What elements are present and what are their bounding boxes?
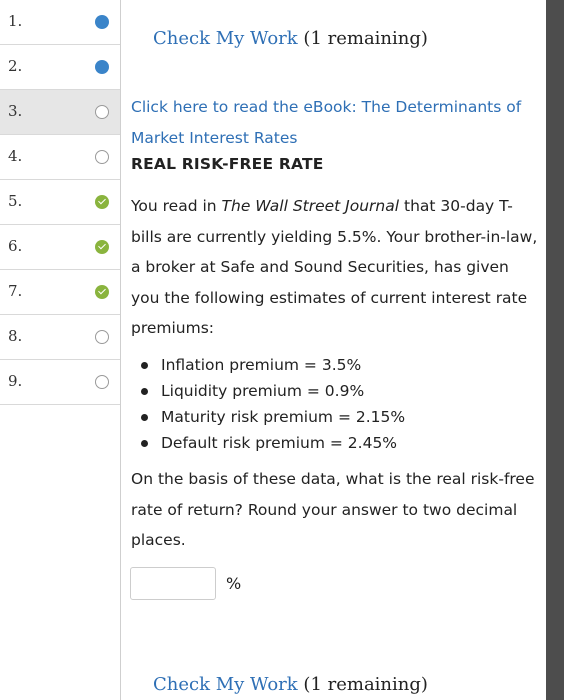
check-my-work-bottom: Check My Work (1 remaining) [153, 674, 428, 695]
journal-title: The Wall Street Journal [221, 197, 400, 215]
question-number: 7. [8, 282, 23, 300]
question-item-1[interactable]: 1. [0, 0, 120, 45]
question-intro: You read in The Wall Street Journal that… [131, 191, 541, 344]
checkmark-status-icon [95, 195, 109, 209]
question-number: 6. [8, 237, 23, 255]
answer-input[interactable] [130, 567, 216, 600]
answered-status-icon [95, 15, 109, 29]
ebook-link[interactable]: Click here to read the eBook: The Determ… [131, 92, 531, 154]
unanswered-status-icon [95, 330, 109, 344]
scrollbar[interactable] [546, 0, 564, 700]
question-number: 8. [8, 327, 23, 345]
premium-item: Liquidity premium = 0.9% [131, 378, 405, 404]
question-item-3[interactable]: 3. [0, 90, 120, 135]
question-number: 4. [8, 147, 23, 165]
question-item-2[interactable]: 2. [0, 45, 120, 90]
question-heading: REAL RISK-FREE RATE [131, 155, 324, 173]
question-sidebar: 1. 2. 3. 4. 5. 6. 7. 8. 9. [0, 0, 121, 700]
question-number: 2. [8, 57, 23, 75]
premium-item: Maturity risk premium = 2.15% [131, 404, 405, 430]
question-item-4[interactable]: 4. [0, 135, 120, 180]
check-my-work-top: Check My Work (1 remaining) [153, 28, 428, 49]
question-item-5[interactable]: 5. [0, 180, 120, 225]
premium-item: Default risk premium = 2.45% [131, 430, 405, 456]
question-item-6[interactable]: 6. [0, 225, 120, 270]
remaining-count: (1 remaining) [303, 674, 428, 695]
question-item-9[interactable]: 9. [0, 360, 120, 405]
question-prompt: On the basis of these data, what is the … [131, 470, 535, 549]
checkmark-status-icon [95, 240, 109, 254]
check-my-work-link[interactable]: Check My Work [153, 28, 298, 49]
unanswered-status-icon [95, 375, 109, 389]
check-my-work-link[interactable]: Check My Work [153, 674, 298, 695]
unanswered-status-icon [95, 105, 109, 119]
premium-item: Inflation premium = 3.5% [131, 352, 405, 378]
question-item-7[interactable]: 7. [0, 270, 120, 315]
answered-status-icon [95, 60, 109, 74]
intro-text: You read in [131, 197, 222, 215]
question-number: 5. [8, 192, 23, 210]
premium-list: Inflation premium = 3.5% Liquidity premi… [131, 352, 405, 456]
unanswered-status-icon [95, 150, 109, 164]
question-number: 3. [8, 102, 23, 120]
question-item-8[interactable]: 8. [0, 315, 120, 360]
remaining-count: (1 remaining) [303, 28, 428, 49]
percent-unit: % [226, 574, 242, 593]
checkmark-status-icon [95, 285, 109, 299]
intro-text-rest: that 30-day T-bills are currently yieldi… [131, 197, 538, 337]
question-number: 9. [8, 372, 23, 390]
question-number: 1. [8, 12, 23, 30]
